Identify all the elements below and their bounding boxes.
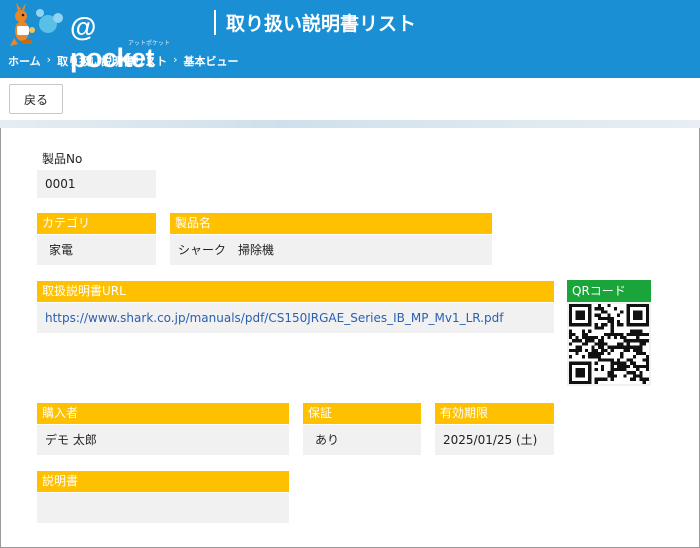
qr-code-label: QRコード [567, 280, 651, 302]
back-button[interactable]: 戻る [9, 84, 63, 114]
qr-code-icon [569, 304, 649, 384]
warranty-label: 保証 [303, 403, 421, 424]
breadcrumb-list[interactable]: 取り扱い説明書リスト [57, 53, 167, 69]
page-title: 取り扱い説明書リスト [226, 13, 417, 35]
product-no-value: 0001 [37, 170, 156, 198]
logo[interactable]: @ pocket アットポケット [8, 2, 178, 73]
category-value: 家電 [37, 235, 156, 265]
breadcrumb-separator: › [173, 53, 178, 66]
description-value [37, 493, 289, 523]
expiry-label: 有効期限 [435, 403, 554, 424]
breadcrumb-home[interactable]: ホーム [8, 53, 41, 69]
warranty-value: あり [303, 425, 421, 455]
brand-subtitle: アットポケット [128, 40, 171, 47]
manual-url-link[interactable]: https://www.shark.co.jp/manuals/pdf/CS15… [37, 303, 554, 333]
category-label: カテゴリ [37, 213, 156, 234]
app-header: @ pocket アットポケット 取り扱い説明書リスト ホーム › 取り扱い説明… [0, 0, 700, 78]
manual-url-label: 取扱説明書URL [37, 281, 554, 302]
expiry-value: 2025/01/25 (土) [435, 425, 554, 455]
breadcrumb-separator: › [46, 53, 52, 66]
purchaser-value: デモ 太郎 [37, 425, 289, 455]
toolbar: 戻る [0, 78, 700, 120]
qr-code-box [567, 302, 651, 386]
product-name-value: シャーク 掃除機 [170, 235, 492, 265]
product-name-label: 製品名 [170, 213, 492, 234]
decorative-stripe [0, 120, 700, 128]
breadcrumb: ホーム › 取り扱い説明書リスト › 基本ビュー [8, 53, 238, 69]
purchaser-label: 購入者 [37, 403, 289, 424]
description-label: 説明書 [37, 471, 289, 492]
breadcrumb-current: 基本ビュー [183, 55, 239, 68]
kangaroo-mascot-icon [10, 3, 63, 46]
product-no-label: 製品No [42, 152, 83, 166]
title-divider [214, 10, 216, 35]
